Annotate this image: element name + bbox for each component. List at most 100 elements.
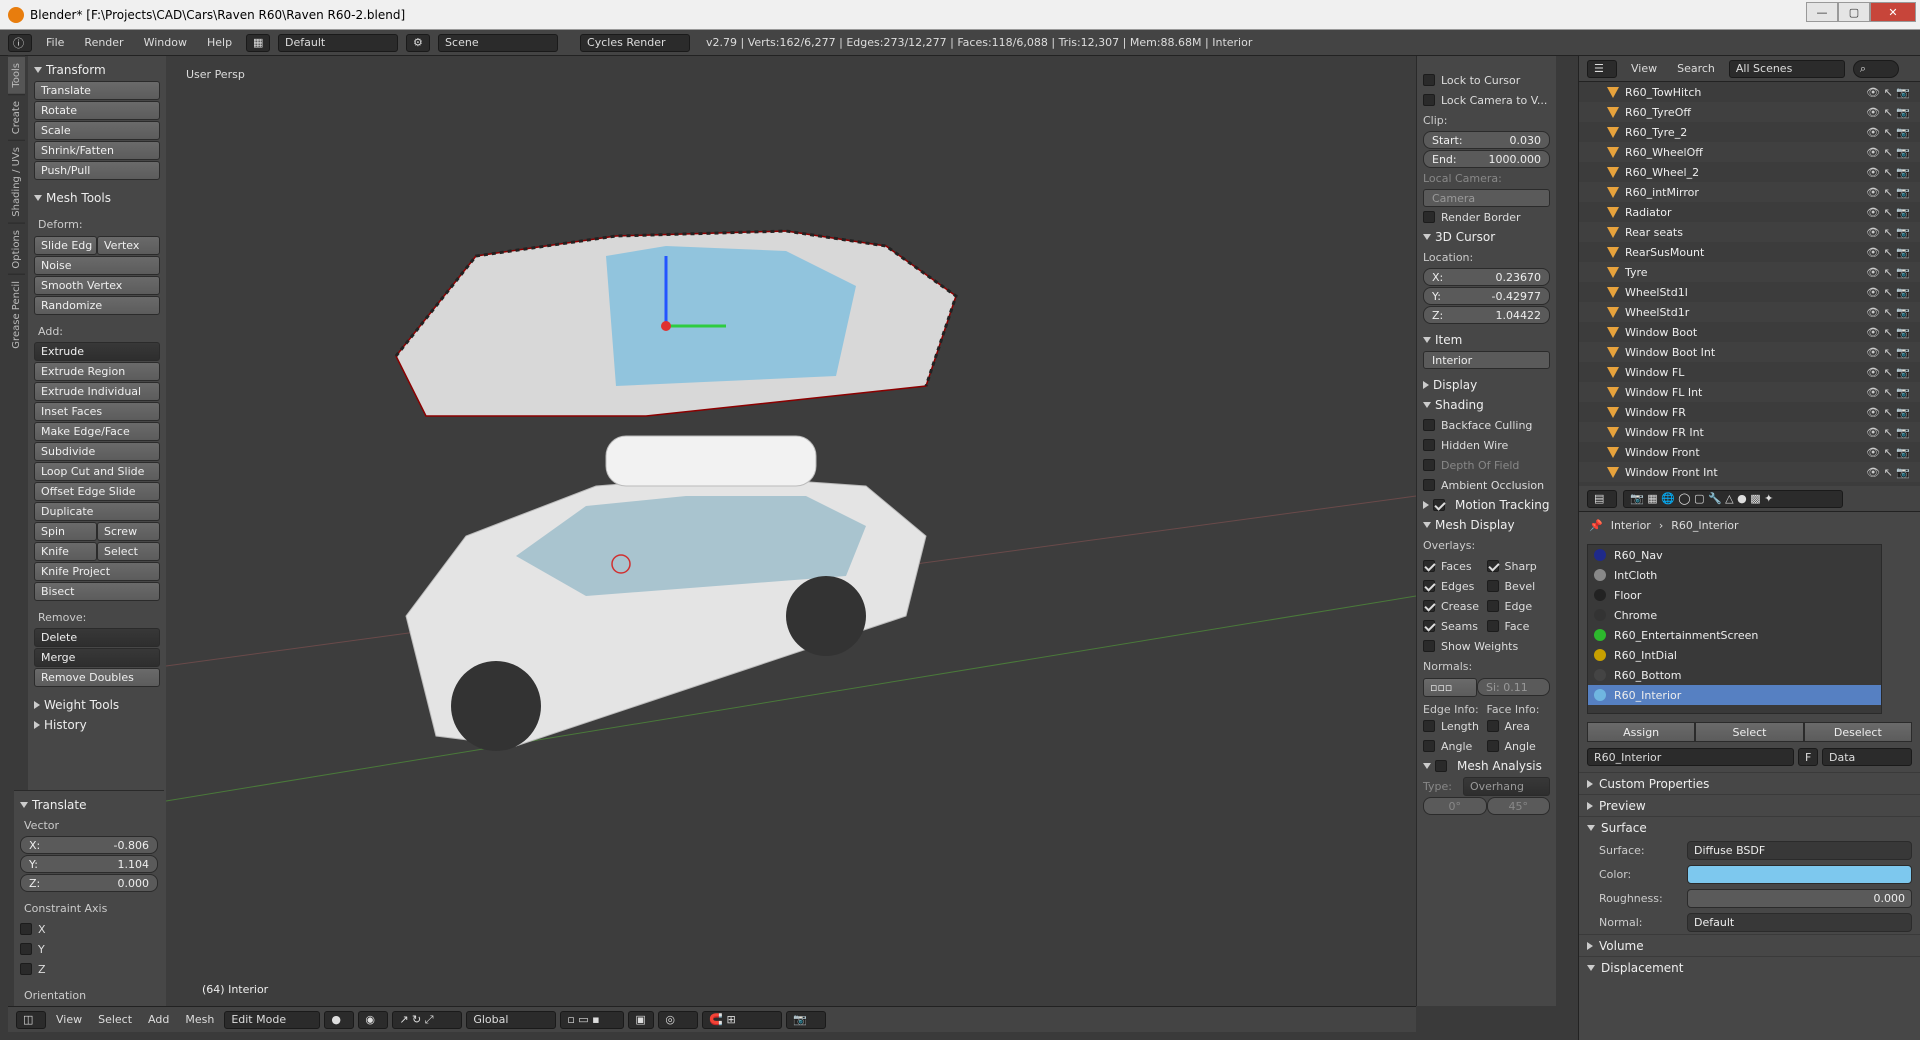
gizmo-center[interactable] <box>661 321 671 331</box>
visibility-icons[interactable]: 👁 ↖ 📷 <box>1866 286 1910 299</box>
checkbox[interactable] <box>1423 439 1435 451</box>
displacement-header[interactable]: Displacement <box>1579 956 1920 978</box>
outliner-row[interactable]: Window FR 👁 ↖ 📷 <box>1579 402 1920 422</box>
outliner-row[interactable]: WheelStd1l 👁 ↖ 📷 <box>1579 282 1920 302</box>
menu-file[interactable]: File <box>40 36 70 49</box>
visibility-icons[interactable]: 👁 ↖ 📷 <box>1866 186 1910 199</box>
checkbox[interactable] <box>1423 720 1435 732</box>
spin-button[interactable]: Spin <box>34 522 97 541</box>
cursor-x-field[interactable]: X: 0.23670 <box>1423 268 1550 286</box>
constraint-z-checkbox[interactable]: Z <box>20 959 158 979</box>
menu-window[interactable]: Window <box>138 36 193 49</box>
outliner-row[interactable]: R60_WheelOff 👁 ↖ 📷 <box>1579 142 1920 162</box>
checkbox[interactable] <box>1423 94 1435 106</box>
material-link-select[interactable]: Data <box>1822 748 1912 766</box>
translate-button[interactable]: Translate <box>34 81 160 100</box>
merge-menu[interactable]: Merge <box>34 648 160 667</box>
overhang-max-field[interactable]: 45° <box>1486 797 1550 815</box>
properties-editor-icon[interactable]: ▤ <box>1587 489 1617 508</box>
length-checkbox[interactable]: Length <box>1423 716 1487 736</box>
outliner-row[interactable]: Window Front Int 👁 ↖ 📷 <box>1579 462 1920 482</box>
randomize-button[interactable]: Randomize <box>34 296 160 315</box>
seams-checkbox[interactable]: Seams <box>1423 616 1487 636</box>
3d-viewport[interactable]: User Persp (64) Interior <box>166 56 1416 1006</box>
visibility-icons[interactable]: 👁 ↖ 📷 <box>1866 166 1910 179</box>
outliner-row[interactable]: Window FL 👁 ↖ 📷 <box>1579 362 1920 382</box>
sharp-checkbox[interactable]: Sharp <box>1486 556 1551 576</box>
checkbox[interactable] <box>20 923 32 935</box>
render-engine-select[interactable]: Cycles Render <box>580 33 691 52</box>
normal-size-field[interactable]: Si: 0.11 <box>1477 678 1550 696</box>
outliner-row[interactable]: Rear seats 👁 ↖ 📷 <box>1579 222 1920 242</box>
custom-properties-header[interactable]: Custom Properties <box>1579 772 1920 794</box>
occlude-icon[interactable]: ▣ <box>628 1010 655 1029</box>
outliner-row[interactable]: Window FR Int 👁 ↖ 📷 <box>1579 422 1920 442</box>
clip-start-field[interactable]: Start: 0.030 <box>1423 131 1550 149</box>
visibility-icons[interactable]: 👁 ↖ 📷 <box>1866 426 1910 439</box>
material-name-field[interactable]: R60_Interior <box>1587 748 1794 766</box>
menu-add[interactable]: Add <box>142 1013 175 1026</box>
vector-x-field[interactable]: X: -0.806 <box>20 836 158 854</box>
checkbox[interactable] <box>20 963 32 975</box>
lock-cursor-checkbox[interactable]: Lock to Cursor <box>1423 70 1550 90</box>
pivot-icon[interactable]: ◉ <box>358 1010 389 1029</box>
visibility-icons[interactable]: 👁 ↖ 📷 <box>1866 386 1910 399</box>
outliner-search-menu[interactable]: Search <box>1671 62 1721 75</box>
extrude-menu[interactable]: Extrude <box>34 342 160 361</box>
edges-checkbox[interactable]: Edges <box>1423 576 1487 596</box>
snap-icons[interactable]: 🧲 ⊞ <box>702 1010 783 1029</box>
maximize-button[interactable]: ▢ <box>1838 2 1870 22</box>
duplicate-button[interactable]: Duplicate <box>34 502 160 521</box>
checkbox[interactable] <box>1486 600 1499 612</box>
local-camera-field[interactable]: Camera <box>1423 189 1550 207</box>
item-name-field[interactable]: Interior <box>1423 351 1550 369</box>
visibility-icons[interactable]: 👁 ↖ 📷 <box>1866 406 1910 419</box>
normal-input-select[interactable]: Default <box>1687 912 1912 932</box>
visibility-icons[interactable]: 👁 ↖ 📷 <box>1866 446 1910 459</box>
outliner-row[interactable]: RearSusMount 👁 ↖ 📷 <box>1579 242 1920 262</box>
transform-panel-header[interactable]: Transform <box>34 60 160 80</box>
visibility-icons[interactable]: 👁 ↖ 📷 <box>1866 226 1910 239</box>
material-slot-list[interactable]: R60_Nav IntCloth Floor Chrome R60_Entertainm… <box>1587 544 1882 714</box>
outliner-row[interactable]: R60_TowHitch 👁 ↖ 📷 <box>1579 82 1920 102</box>
manipulator-icons[interactable]: ↗ ↻ ⤢ <box>392 1010 463 1029</box>
tab-grease-pencil[interactable]: Grease Pencil <box>8 274 25 355</box>
mesh-analysis-header[interactable]: Mesh Analysis <box>1423 756 1550 776</box>
outliner-row[interactable]: R60_TyreOff 👁 ↖ 📷 <box>1579 102 1920 122</box>
menu-render[interactable]: Render <box>78 36 129 49</box>
layout-icon[interactable]: ▦ <box>246 33 271 52</box>
inset-faces-button[interactable]: Inset Faces <box>34 402 160 421</box>
faces-checkbox[interactable]: Faces <box>1423 556 1487 576</box>
outliner-search-input[interactable]: ⌕ <box>1852 59 1899 78</box>
close-button[interactable]: ✕ <box>1870 2 1916 22</box>
overhang-min-field[interactable]: 0° <box>1423 797 1487 815</box>
slide-edge-button[interactable]: Slide Edg <box>34 236 97 255</box>
menu-mesh[interactable]: Mesh <box>179 1013 220 1026</box>
outliner-row[interactable]: Radiator 👁 ↖ 📷 <box>1579 202 1920 222</box>
visibility-icons[interactable]: 👁 ↖ 📷 <box>1866 206 1910 219</box>
select-mode-icons[interactable]: ▫ ▭ ▪ <box>560 1010 625 1029</box>
lock-camera-checkbox[interactable]: Lock Camera to V... <box>1423 90 1550 110</box>
shading-mode-icon[interactable]: ● <box>324 1010 355 1029</box>
visibility-icons[interactable]: 👁 ↖ 📷 <box>1866 126 1910 139</box>
minimize-button[interactable]: — <box>1806 2 1838 22</box>
knife-button[interactable]: Knife <box>34 542 97 561</box>
checkbox[interactable] <box>20 943 32 955</box>
weight-tools-panel-header[interactable]: Weight Tools <box>34 695 160 715</box>
checkbox[interactable] <box>1423 459 1435 471</box>
area-checkbox[interactable]: Area <box>1486 716 1551 736</box>
offset-edge-slide-button[interactable]: Offset Edge Slide <box>34 482 160 501</box>
backface-culling-checkbox[interactable]: Backface Culling <box>1423 415 1550 435</box>
outliner-row[interactable]: Window FL Int 👁 ↖ 📷 <box>1579 382 1920 402</box>
knife-select-button[interactable]: Select <box>97 542 160 561</box>
mesh-display-header[interactable]: Mesh Display <box>1423 515 1550 535</box>
make-edge-face-button[interactable]: Make Edge/Face <box>34 422 160 441</box>
render-border-checkbox[interactable]: Render Border <box>1423 207 1550 227</box>
extrude-individual-button[interactable]: Extrude Individual <box>34 382 160 401</box>
screw-button[interactable]: Screw <box>97 522 160 541</box>
checkbox[interactable] <box>1435 760 1447 772</box>
vector-y-field[interactable]: Y: 1.104 <box>20 855 158 873</box>
scale-button[interactable]: Scale <box>34 121 160 140</box>
clip-end-field[interactable]: End: 1000.000 <box>1423 150 1550 168</box>
vector-z-field[interactable]: Z: 0.000 <box>20 874 158 892</box>
